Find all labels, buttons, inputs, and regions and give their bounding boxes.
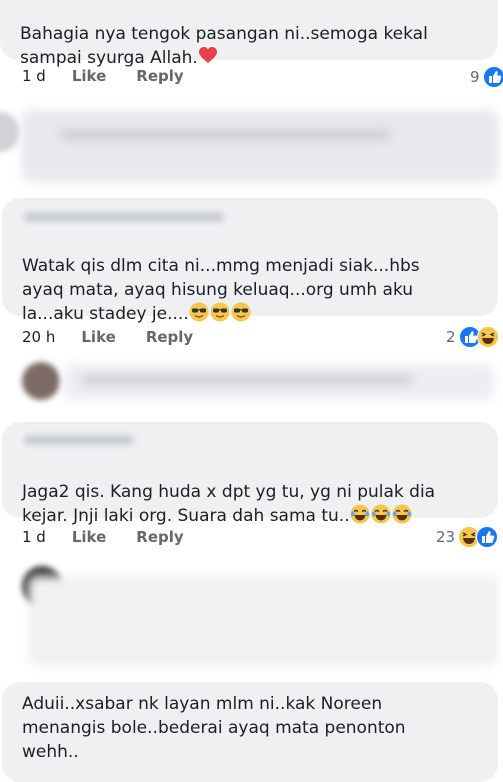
tears-of-joy-face-icon xyxy=(392,504,412,524)
reply-button-1[interactable]: Reply xyxy=(136,67,183,85)
tears-of-joy-face-icon xyxy=(371,504,391,524)
sunglasses-face-icon xyxy=(231,302,251,322)
reaction-count-value: 9 xyxy=(470,68,480,86)
comment-text-1: Bahagia nya tengok pasangan ni..semoga k… xyxy=(20,24,428,68)
comment-time-3: 1 d xyxy=(22,528,46,546)
tears-of-joy-face-icon xyxy=(350,504,370,524)
comment-actions-3: 1 d Like Reply xyxy=(22,528,214,546)
like-button-3[interactable]: Like xyxy=(72,528,106,546)
reaction-count-3[interactable]: 23 xyxy=(436,526,499,548)
reaction-count-value: 23 xyxy=(436,528,456,546)
reply-button-3[interactable]: Reply xyxy=(136,528,183,546)
author-name xyxy=(24,435,134,445)
comment-bubble-1: Bahagia nya tengok pasangan ni..semoga k… xyxy=(0,0,498,68)
reply-button-2[interactable]: Reply xyxy=(146,328,193,346)
comment-text-2: Watak qis dlm cita ni...mmg menjadi siak… xyxy=(22,256,420,324)
like-reaction-icon xyxy=(482,66,503,88)
blurred-comment xyxy=(28,576,498,666)
like-button-1[interactable]: Like xyxy=(72,67,106,85)
comment-actions-1: 1 d Like Reply xyxy=(22,67,214,85)
blurred-comment xyxy=(22,110,498,182)
like-button-2[interactable]: Like xyxy=(81,328,115,346)
comment-time-2: 20 h xyxy=(22,328,56,346)
avatar xyxy=(0,112,20,152)
comment-text-3: Jaga2 qis. Kang huda x dpt yg tu, yg ni … xyxy=(22,482,436,526)
comment-bubble-4: Aduii..xsabar nk layan mlm ni..kak Noree… xyxy=(2,682,498,782)
sunglasses-face-icon xyxy=(210,302,230,322)
comment-bubble-2: Watak qis dlm cita ni...mmg menjadi siak… xyxy=(2,198,498,324)
heart-icon xyxy=(198,47,217,63)
like-reaction-icon xyxy=(476,526,499,548)
avatar xyxy=(22,362,60,400)
sunglasses-face-icon xyxy=(189,302,209,322)
comment-actions-2: 20 h Like Reply xyxy=(22,328,223,346)
comment-time-1: 1 d xyxy=(22,67,46,85)
blurred-text-line xyxy=(60,130,390,140)
comment-bubble-3: Jaga2 qis. Kang huda x dpt yg tu, yg ni … xyxy=(2,422,498,526)
author-name xyxy=(24,212,224,222)
reaction-count-value: 2 xyxy=(446,328,456,346)
reaction-count-2[interactable]: 2 xyxy=(446,326,499,348)
reaction-count-1[interactable]: 9 xyxy=(470,66,503,88)
comment-text-4: Aduii..xsabar nk layan mlm ni..kak Noree… xyxy=(22,694,406,762)
blurred-text-line xyxy=(82,376,412,384)
haha-reaction-icon xyxy=(476,326,499,348)
